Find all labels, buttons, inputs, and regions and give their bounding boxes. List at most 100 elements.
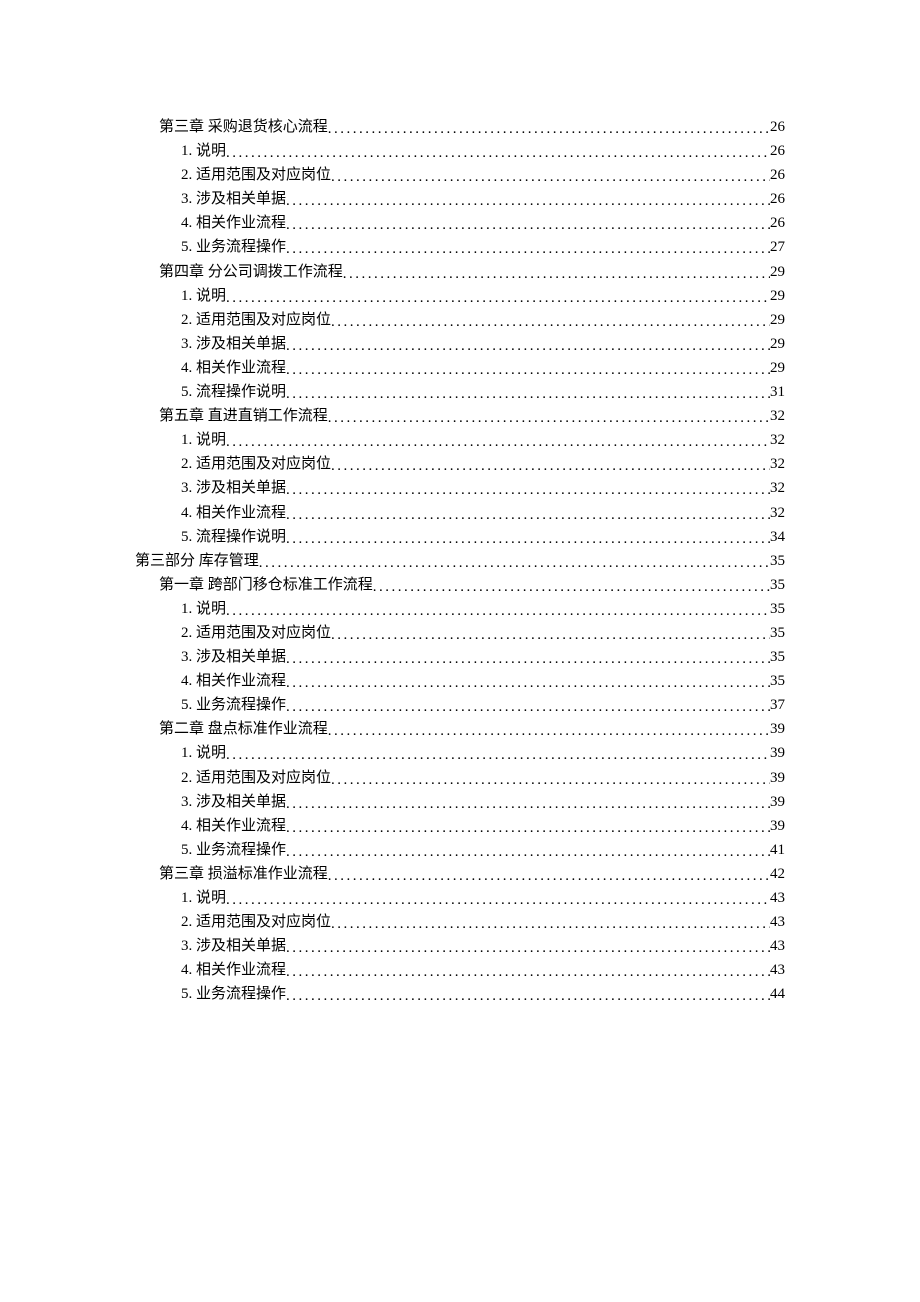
toc-entry-text: 2. 适用范围及对应岗位 [181, 163, 331, 187]
toc-leader-dots [226, 430, 770, 454]
toc-leader-dots [286, 984, 770, 1008]
toc-entry-text: 3. 涉及相关单据 [181, 476, 286, 500]
toc-entry-page: 39 [770, 814, 785, 838]
toc-entry-text: 1. 说明 [181, 139, 226, 163]
toc-entry-page: 43 [770, 886, 785, 910]
toc-leader-dots [286, 237, 770, 261]
toc-entry-text: 3. 涉及相关单据 [181, 645, 286, 669]
toc-entry-text: 第四章 分公司调拨工作流程 [159, 260, 343, 284]
toc-leader-dots [331, 454, 770, 478]
toc-entry-page: 35 [770, 597, 785, 621]
toc-entry: 4. 相关作业流程 39 [181, 814, 785, 838]
toc-entry-page: 39 [770, 717, 785, 741]
toc-entry-page: 41 [770, 838, 785, 862]
toc-leader-dots [331, 165, 770, 189]
toc-entry-page: 39 [770, 790, 785, 814]
toc-entry-text: 2. 适用范围及对应岗位 [181, 910, 331, 934]
toc-entry-page: 26 [770, 187, 785, 211]
toc-entry: 3. 涉及相关单据 39 [181, 790, 785, 814]
toc-entry-text: 1. 说明 [181, 284, 226, 308]
toc-entry-text: 4. 相关作业流程 [181, 211, 286, 235]
toc-leader-dots [286, 695, 770, 719]
toc-entry-page: 44 [770, 982, 785, 1006]
toc-entry: 3. 涉及相关单据 26 [181, 187, 785, 211]
toc-entry-page: 26 [770, 211, 785, 235]
toc-leader-dots [373, 575, 770, 599]
toc-entry: 2. 适用范围及对应岗位32 [181, 452, 785, 476]
toc-entry: 5. 业务流程操作 41 [181, 838, 785, 862]
toc-entry: 4. 相关作业流程 26 [181, 211, 785, 235]
toc-leader-dots [331, 623, 770, 647]
toc-leader-dots [286, 792, 770, 816]
toc-leader-dots [286, 358, 770, 382]
toc-entry-page: 32 [770, 501, 785, 525]
toc-entry-text: 4. 相关作业流程 [181, 814, 286, 838]
toc-entry-page: 26 [770, 139, 785, 163]
toc-entry-page: 29 [770, 332, 785, 356]
toc-leader-dots [259, 551, 770, 575]
toc-entry-text: 1. 说明 [181, 428, 226, 452]
toc-leader-dots [331, 768, 770, 792]
toc-leader-dots [286, 960, 770, 984]
toc-entry: 2. 适用范围及对应岗位29 [181, 308, 785, 332]
toc-entry-text: 4. 相关作业流程 [181, 958, 286, 982]
toc-entry: 第一章 跨部门移仓标准工作流程35 [159, 573, 785, 597]
toc-entry: 5. 业务流程操作 37 [181, 693, 785, 717]
toc-entry-text: 5. 业务流程操作 [181, 982, 286, 1006]
toc-entry: 第四章 分公司调拨工作流程 29 [159, 260, 785, 284]
toc-entry-page: 29 [770, 284, 785, 308]
toc-entry-text: 第三章 损溢标准作业流程 [159, 862, 328, 886]
toc-entry-page: 35 [770, 621, 785, 645]
toc-entry: 4. 相关作业流程35 [181, 669, 785, 693]
toc-entry-text: 5. 业务流程操作 [181, 235, 286, 259]
toc-leader-dots [226, 599, 770, 623]
toc-entry-page: 32 [770, 428, 785, 452]
toc-entry-page: 29 [770, 356, 785, 380]
toc-entry: 2. 适用范围及对应岗位 35 [181, 621, 785, 645]
toc-entry-text: 4. 相关作业流程 [181, 669, 286, 693]
toc-entry: 4. 相关作业流程29 [181, 356, 785, 380]
toc-entry-text: 5. 业务流程操作 [181, 838, 286, 862]
toc-leader-dots [286, 840, 770, 864]
toc-leader-dots [286, 503, 770, 527]
toc-entry-text: 2. 适用范围及对应岗位 [181, 308, 331, 332]
toc-entry: 1. 说明 26 [181, 139, 785, 163]
table-of-contents: 第三章 采购退货核心流程261. 说明262. 适用范围及对应岗位263. 涉及… [135, 115, 785, 1006]
toc-entry-page: 39 [770, 766, 785, 790]
toc-leader-dots [286, 213, 770, 237]
toc-entry-text: 1. 说明 [181, 597, 226, 621]
toc-entry-page: 37 [770, 693, 785, 717]
toc-leader-dots [226, 141, 770, 165]
toc-entry: 1. 说明 35 [181, 597, 785, 621]
toc-entry: 3. 涉及相关单据 29 [181, 332, 785, 356]
toc-entry-page: 26 [770, 163, 785, 187]
toc-leader-dots [328, 406, 770, 430]
toc-entry-page: 31 [770, 380, 785, 404]
toc-entry-page: 32 [770, 404, 785, 428]
toc-entry-page: 26 [770, 115, 785, 139]
toc-entry: 第三章 采购退货核心流程 26 [159, 115, 785, 139]
toc-leader-dots [226, 286, 770, 310]
toc-entry: 4. 相关作业流程43 [181, 958, 785, 982]
toc-entry: 2. 适用范围及对应岗位39 [181, 766, 785, 790]
toc-entry-text: 5. 流程操作说明 [181, 380, 286, 404]
toc-entry-page: 43 [770, 934, 785, 958]
toc-entry: 第二章 盘点标准作业流程39 [159, 717, 785, 741]
toc-entry-text: 5. 业务流程操作 [181, 693, 286, 717]
toc-leader-dots [331, 310, 770, 334]
toc-entry-page: 29 [770, 260, 785, 284]
toc-entry-page: 39 [770, 741, 785, 765]
toc-entry: 1. 说明43 [181, 886, 785, 910]
toc-entry-page: 35 [770, 645, 785, 669]
toc-entry-page: 42 [770, 862, 785, 886]
toc-entry-text: 2. 适用范围及对应岗位 [181, 621, 331, 645]
toc-entry-text: 4. 相关作业流程 [181, 501, 286, 525]
toc-entry-text: 3. 涉及相关单据 [181, 187, 286, 211]
toc-entry: 3. 涉及相关单据 43 [181, 934, 785, 958]
toc-entry-text: 3. 涉及相关单据 [181, 790, 286, 814]
toc-entry-text: 第三章 采购退货核心流程 [159, 115, 328, 139]
toc-entry-page: 35 [770, 573, 785, 597]
toc-entry-text: 3. 涉及相关单据 [181, 934, 286, 958]
toc-entry-text: 3. 涉及相关单据 [181, 332, 286, 356]
toc-entry: 1. 说明 32 [181, 428, 785, 452]
